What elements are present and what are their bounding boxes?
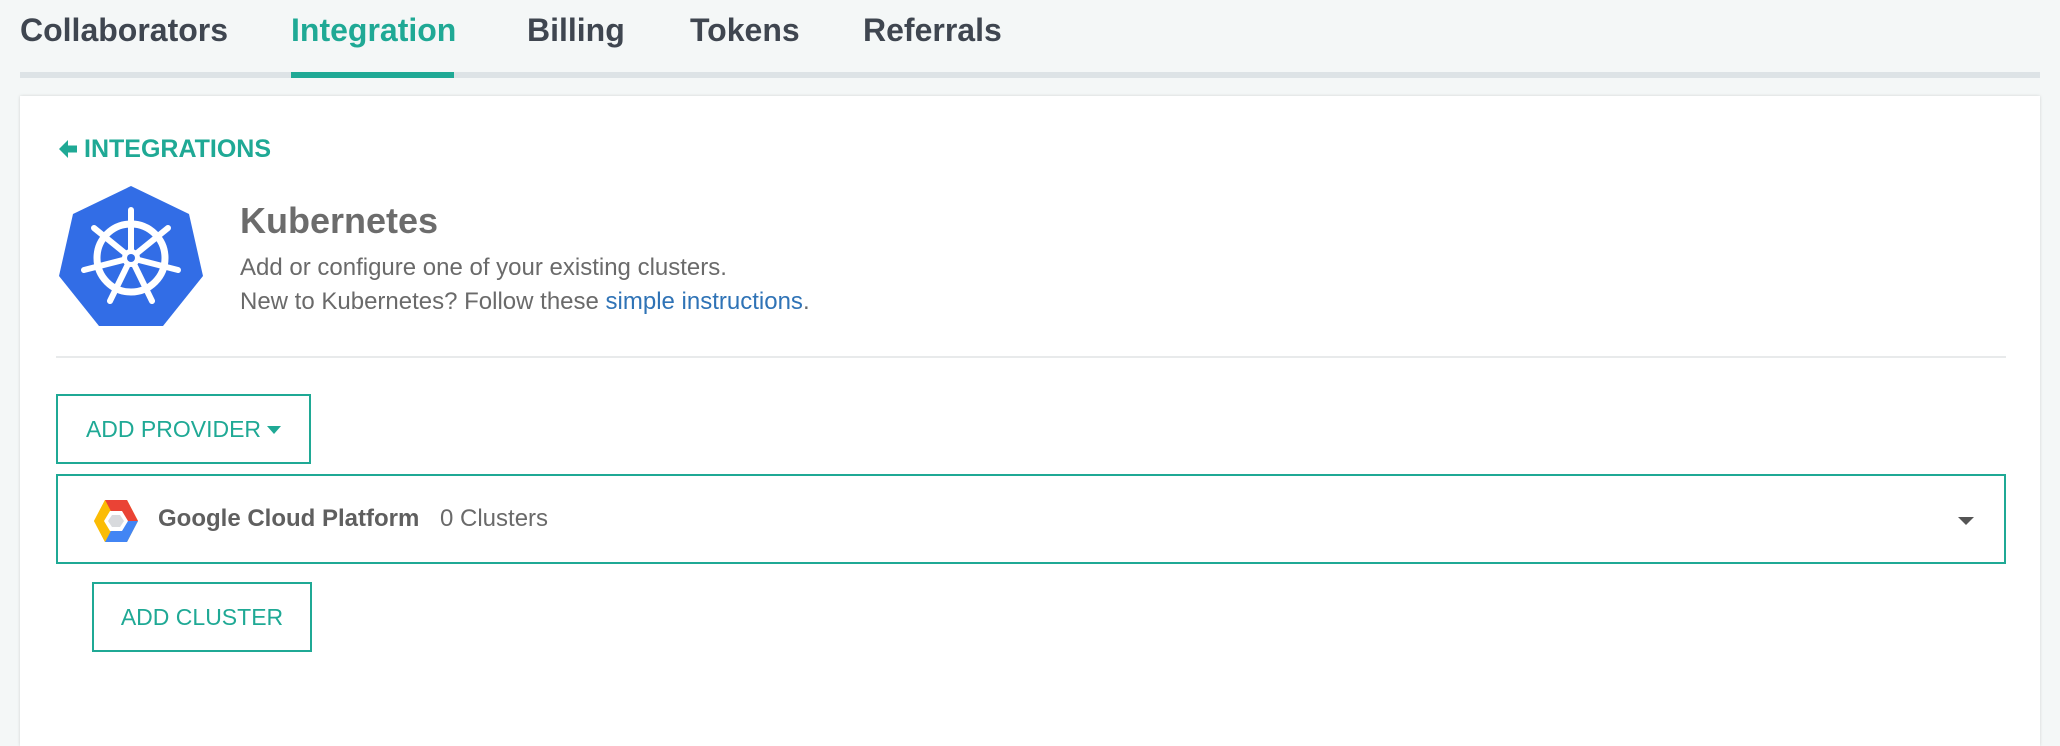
integration-help-text: New to Kubernetes? Follow these simple i…	[240, 288, 810, 316]
google-cloud-logo	[94, 500, 138, 542]
provider-name: Google Cloud Platform	[158, 505, 420, 532]
tab-referrals[interactable]: Referrals	[863, 12, 1002, 72]
add-provider-button[interactable]: ADD PROVIDER	[56, 394, 311, 464]
add-cluster-label: ADD CLUSTER	[120, 603, 284, 630]
tab-billing[interactable]: Billing	[527, 12, 625, 72]
tab-bar: Collaborators Integration Billing Tokens…	[20, 0, 2040, 78]
integration-card: INTEGRATIONS Kubernetes Add or configure…	[20, 96, 2040, 746]
simple-instructions-link[interactable]: simple instructions	[606, 288, 803, 315]
tab-tokens[interactable]: Tokens	[690, 12, 800, 72]
provider-row-google-cloud[interactable]: Google Cloud Platform 0 Clusters	[56, 474, 2006, 564]
arrow-left-icon	[59, 140, 77, 158]
help-text-prefix: New to Kubernetes? Follow these	[240, 288, 606, 315]
caret-down-icon[interactable]	[1958, 516, 1974, 526]
tab-integration[interactable]: Integration	[291, 12, 456, 72]
back-to-integrations-link[interactable]: INTEGRATIONS	[56, 134, 271, 164]
active-tab-indicator	[291, 72, 454, 78]
tab-collaborators[interactable]: Collaborators	[20, 12, 228, 72]
integration-description: Add or configure one of your existing cl…	[240, 254, 727, 281]
add-provider-label: ADD PROVIDER	[85, 415, 262, 442]
integration-title: Kubernetes	[240, 200, 439, 241]
divider	[56, 356, 2006, 358]
help-text-suffix: .	[802, 288, 810, 315]
cluster-count: 0 Clusters	[440, 505, 549, 532]
caret-down-icon	[267, 426, 282, 434]
add-cluster-button[interactable]: ADD CLUSTER	[92, 582, 312, 652]
back-link-label: INTEGRATIONS	[84, 134, 272, 163]
kubernetes-logo	[59, 186, 203, 326]
